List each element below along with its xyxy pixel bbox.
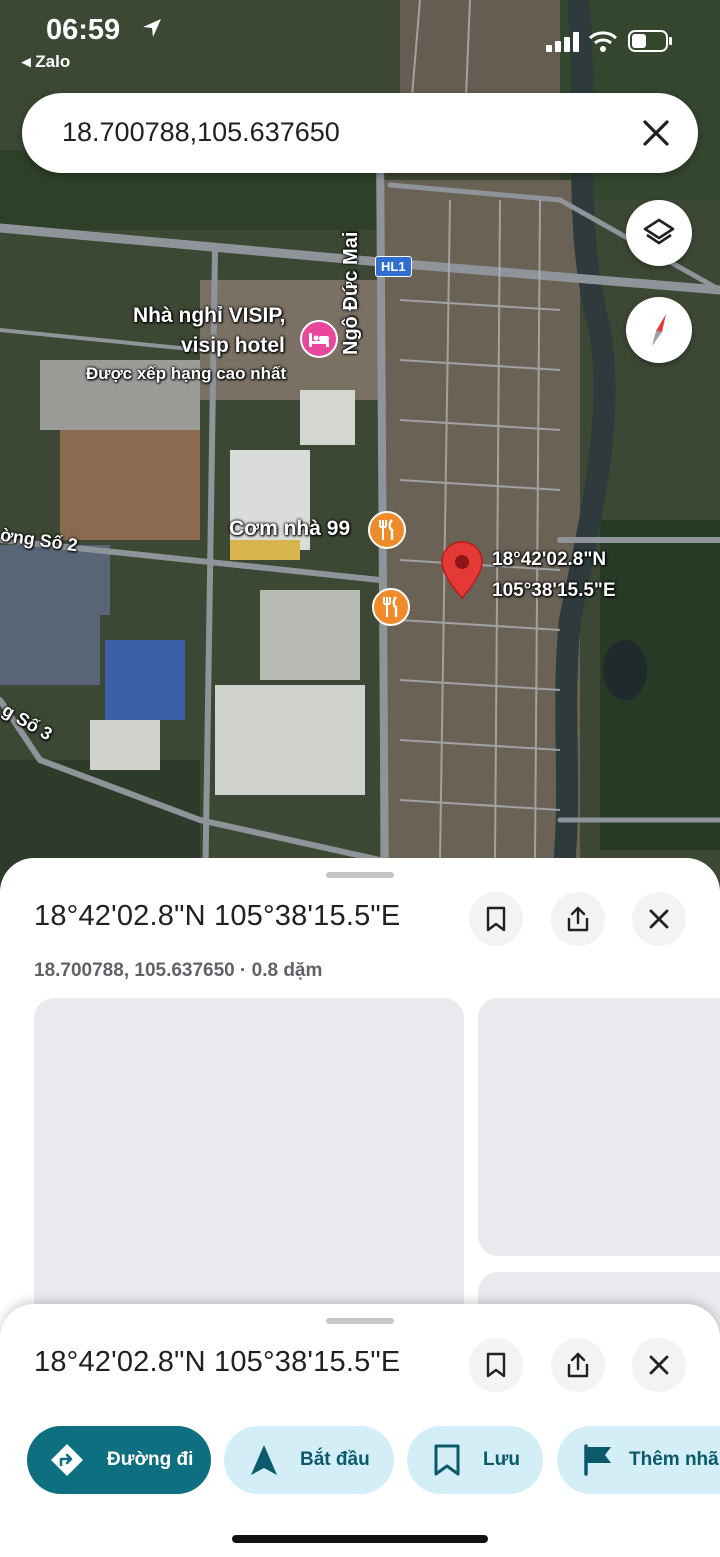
close-icon [649,909,669,929]
photo-placeholder-2[interactable] [478,998,720,1256]
search-input[interactable]: 18.700788,105.637650 [62,117,340,148]
compass-icon [652,314,666,346]
save-chip-button[interactable]: Lưu [407,1426,543,1494]
battery-icon [628,30,672,52]
status-time: 06:59 [46,14,121,46]
hotel-rating-label: Được xếp hạng cao nhất [86,364,287,383]
hotel-poi-marker[interactable] [300,320,338,358]
close-button[interactable] [632,892,686,946]
share-icon [567,906,589,932]
street-label-ngo-duc-mai: Ngô Đức Mai [340,231,362,355]
location-arrow-icon [143,19,161,37]
save-button[interactable] [469,1338,523,1392]
fork-knife-icon [383,596,398,617]
clear-search-icon[interactable] [636,113,676,153]
directions-label: Đường đi [107,1449,194,1470]
search-bar[interactable]: 18.700788,105.637650 [22,93,698,173]
route-shield-hl1: HL1 [375,256,412,277]
satellite-map[interactable]: 06:59 ◂ Zalo 18.700788,105.637650 HL1 Nh… [0,0,720,900]
place-sheet-collapsed[interactable]: 18°42'02.8"N 105°38'15.5"E Đường đi Bắt … [0,1304,720,1557]
restaurant-poi-marker-2[interactable] [372,588,410,626]
save-label: Lưu [483,1449,520,1470]
hotel-label-line1[interactable]: Nhà nghỉ VISIP, [133,304,285,328]
close-icon [649,1355,669,1375]
add-label-button[interactable]: Thêm nhã [557,1426,720,1494]
compass-button[interactable] [626,297,692,363]
home-indicator[interactable] [232,1535,488,1543]
restaurant-poi-marker[interactable] [368,511,406,549]
action-chip-row[interactable]: Đường đi Bắt đầu Lưu Thêm nhã [0,1426,720,1494]
directions-button[interactable]: Đường đi [27,1426,211,1494]
flag-icon [584,1444,611,1476]
place-title: 18°42'02.8"N 105°38'15.5"E [34,1346,401,1378]
save-button[interactable] [469,892,523,946]
restaurant-label[interactable]: Cơm nhà 99 [229,517,350,541]
dropped-pin-icon[interactable] [440,540,484,602]
share-button[interactable] [551,892,605,946]
back-to-app-link[interactable]: ◂ Zalo [22,52,70,72]
pin-label-lng: 105°38'15.5"E [492,580,616,601]
bookmark-icon [434,1444,460,1476]
fork-knife-icon [379,519,394,540]
close-button[interactable] [632,1338,686,1392]
bookmark-icon [486,906,506,932]
pin-label-lat: 18°42'02.8"N [492,549,607,570]
bookmark-icon [486,1352,506,1378]
hotel-label-line2[interactable]: visip hotel [181,334,285,358]
status-bar: 06:59 ◂ Zalo [0,0,720,80]
bed-icon [309,333,329,347]
share-button[interactable] [551,1338,605,1392]
layers-button[interactable] [626,200,692,266]
place-subtitle: 18.700788, 105.637650 · 0.8 dặm [34,960,323,981]
layers-icon [643,218,675,245]
start-label: Bắt đầu [300,1449,370,1470]
wifi-icon [588,31,618,52]
sheet-drag-handle[interactable] [326,872,394,878]
sheet-drag-handle[interactable] [326,1318,394,1324]
cellular-signal-icon [546,32,579,52]
navigation-arrow-icon [251,1445,277,1475]
place-title: 18°42'02.8"N 105°38'15.5"E [34,900,401,932]
share-icon [567,1352,589,1378]
add-label-text: Thêm nhã [629,1449,719,1470]
start-button[interactable]: Bắt đầu [224,1426,394,1494]
directions-icon [51,1444,83,1476]
